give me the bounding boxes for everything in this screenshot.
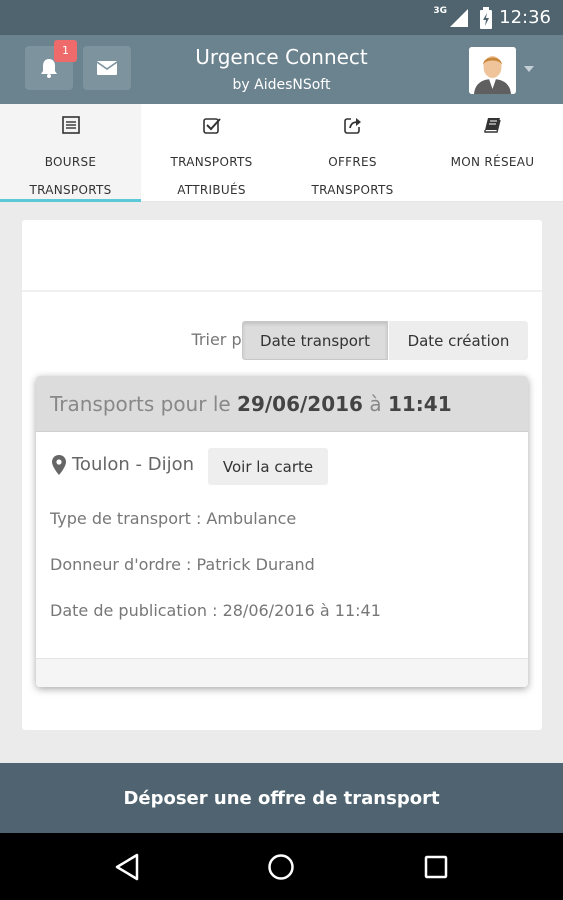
tab-label-line1: BOURSE <box>44 155 97 169</box>
view-map-button[interactable]: Voir la carte <box>208 448 328 485</box>
home-button[interactable] <box>265 851 297 883</box>
home-circle-icon <box>268 854 294 880</box>
user-avatar-icon <box>469 47 516 94</box>
tab-bourse-transports[interactable]: BOURSE TRANSPORTS <box>0 104 141 202</box>
transport-card-footer <box>36 658 528 687</box>
back-button[interactable] <box>111 851 143 883</box>
tab-label-line2: TRANSPORTS <box>29 183 112 197</box>
tab-offres-transports[interactable]: OFFRES TRANSPORTS <box>282 104 423 202</box>
share-icon <box>343 118 361 134</box>
divider <box>22 290 542 292</box>
book-icon <box>483 118 501 133</box>
signal-icon <box>450 9 468 27</box>
tab-label-line1: MON RÉSEAU <box>450 155 535 169</box>
check-icon <box>202 118 221 134</box>
tab-transports-attribues[interactable]: TRANSPORTS ATTRIBUÉS <box>141 104 282 202</box>
route-text: Toulon - Dijon <box>72 454 195 475</box>
user-avatar[interactable] <box>469 47 516 94</box>
clock: 12:36 <box>499 7 551 28</box>
route: Toulon - Dijon <box>52 454 194 475</box>
transport-type: Type de transport : Ambulance <box>50 509 297 528</box>
status-bar: 3G 12:36 <box>0 0 563 35</box>
recents-square-icon <box>424 855 448 879</box>
recents-button[interactable] <box>420 851 452 883</box>
tab-bar: BOURSE TRANSPORTS TRANSPORTS ATTRIBUÉS OFF… <box>0 104 563 202</box>
transport-client: Donneur d'ordre : Patrick Durand <box>50 555 315 574</box>
transport-date: 29/06/2016 <box>237 392 363 416</box>
network-type: 3G <box>433 6 447 16</box>
transport-card[interactable]: Transports pour le 29/06/2016 à 11:41 To… <box>36 376 528 687</box>
header-prefix: Transports pour le <box>50 392 238 416</box>
back-triangle-icon <box>115 853 139 881</box>
account-menu-chevron-down-icon[interactable] <box>524 66 534 72</box>
transport-time: 11:41 <box>387 392 452 416</box>
app-bar: 1 Urgence Connect by AidesNSoft <box>0 35 563 104</box>
publication-date: Date de publication : 28/06/2016 à 11:41 <box>50 601 381 620</box>
tab-label-line1: TRANSPORTS <box>170 155 253 169</box>
list-icon <box>61 116 80 134</box>
tab-label-line2: ATTRIBUÉS <box>177 183 246 197</box>
transport-card-header: Transports pour le 29/06/2016 à 11:41 <box>36 376 528 432</box>
sort-by-transport-date-button[interactable]: Date transport <box>242 321 388 360</box>
map-marker-icon <box>52 454 66 475</box>
header-at: à <box>362 392 388 416</box>
tab-label-line2: TRANSPORTS <box>311 183 394 197</box>
transports-panel: Trier par Date transport Date création T… <box>22 220 542 730</box>
system-navigation-bar <box>0 833 563 900</box>
tab-mon-reseau[interactable]: MON RÉSEAU <box>422 104 563 202</box>
battery-icon <box>480 7 492 29</box>
sort-by-creation-date-button[interactable]: Date création <box>389 321 528 360</box>
submit-offer-button[interactable]: Déposer une offre de transport <box>0 763 563 833</box>
tab-label-line1: OFFRES <box>328 155 377 169</box>
